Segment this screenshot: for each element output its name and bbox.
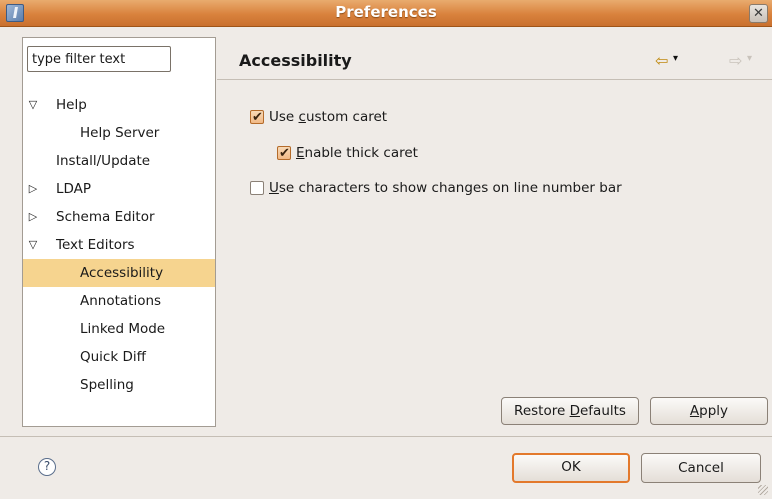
tree-item-label: Annotations bbox=[80, 293, 162, 309]
window-title: Preferences bbox=[335, 3, 437, 21]
restore-defaults-button[interactable]: Restore Defaults bbox=[501, 397, 639, 425]
apply-button[interactable]: Apply bbox=[650, 397, 768, 425]
filter-input[interactable] bbox=[27, 46, 171, 72]
page-header: Accessibility ⇦ ▾ ⇨ ▾ bbox=[217, 37, 772, 80]
checkbox-checked-icon[interactable] bbox=[250, 108, 264, 128]
ok-button[interactable]: OK bbox=[512, 453, 630, 483]
tree-item-label: Spelling bbox=[80, 377, 134, 393]
checkbox-label: Use custom caret bbox=[269, 109, 388, 125]
preference-page: Accessibility ⇦ ▾ ⇨ ▾ Use custom caret E… bbox=[215, 37, 772, 427]
tree-item-schema-editor[interactable]: ▷ Schema Editor bbox=[23, 203, 215, 231]
tree-item-label: Help Server bbox=[80, 125, 160, 141]
tree-item-label: Schema Editor bbox=[56, 209, 155, 225]
title-bar[interactable]: Preferences ✕ bbox=[0, 0, 772, 27]
tree-item-install-update[interactable]: Install/Update bbox=[23, 147, 215, 175]
tree-item-text-editors[interactable]: ▽ Text Editors bbox=[23, 231, 215, 259]
checkbox-checked-icon[interactable] bbox=[277, 144, 291, 164]
tree-item-label: Help bbox=[56, 97, 87, 113]
tree-item-quick-diff[interactable]: Quick Diff bbox=[23, 343, 215, 371]
checkbox-unchecked-icon[interactable] bbox=[250, 181, 264, 195]
help-icon[interactable]: ? bbox=[38, 458, 56, 476]
tree-item-label: Linked Mode bbox=[80, 321, 166, 337]
tree-item-label: Install/Update bbox=[56, 153, 151, 169]
footer-separator bbox=[0, 436, 772, 437]
forward-history-dropdown-icon: ▾ bbox=[747, 53, 753, 64]
tree-item-label: Text Editors bbox=[56, 237, 135, 253]
preference-tree-panel: ▽ Help Help Server Install/Update ▷ LDAP… bbox=[22, 37, 215, 427]
tree-item-spelling[interactable]: Spelling bbox=[23, 371, 215, 399]
expanded-triangle-icon[interactable]: ▽ bbox=[27, 231, 39, 259]
close-button[interactable]: ✕ bbox=[749, 4, 768, 23]
resize-grip[interactable] bbox=[758, 485, 768, 495]
back-arrow-icon[interactable]: ⇦ bbox=[655, 51, 668, 70]
tree-item-label: Quick Diff bbox=[80, 349, 146, 365]
tree-item-annotations[interactable]: Annotations bbox=[23, 287, 215, 315]
tree-item-label: Accessibility bbox=[80, 265, 164, 281]
collapsed-triangle-icon[interactable]: ▷ bbox=[27, 175, 39, 203]
tree-item-ldap[interactable]: ▷ LDAP bbox=[23, 175, 215, 203]
back-history-dropdown-icon[interactable]: ▾ bbox=[673, 53, 678, 64]
collapsed-triangle-icon[interactable]: ▷ bbox=[27, 203, 39, 231]
cancel-button[interactable]: Cancel bbox=[641, 453, 761, 483]
tree-item-label: LDAP bbox=[56, 181, 92, 197]
preference-tree: ▽ Help Help Server Install/Update ▷ LDAP… bbox=[23, 91, 215, 399]
tree-item-help-server[interactable]: Help Server bbox=[23, 119, 215, 147]
tree-item-help[interactable]: ▽ Help bbox=[23, 91, 215, 119]
tree-item-linked-mode[interactable]: Linked Mode bbox=[23, 315, 215, 343]
expanded-triangle-icon[interactable]: ▽ bbox=[27, 91, 39, 119]
tree-item-accessibility[interactable]: Accessibility bbox=[23, 259, 215, 287]
forward-arrow-icon: ⇨ bbox=[729, 51, 743, 70]
checkbox-label: Use characters to show changes on line n… bbox=[269, 180, 622, 196]
page-title: Accessibility bbox=[239, 51, 352, 70]
checkbox-label: Enable thick caret bbox=[296, 145, 418, 161]
